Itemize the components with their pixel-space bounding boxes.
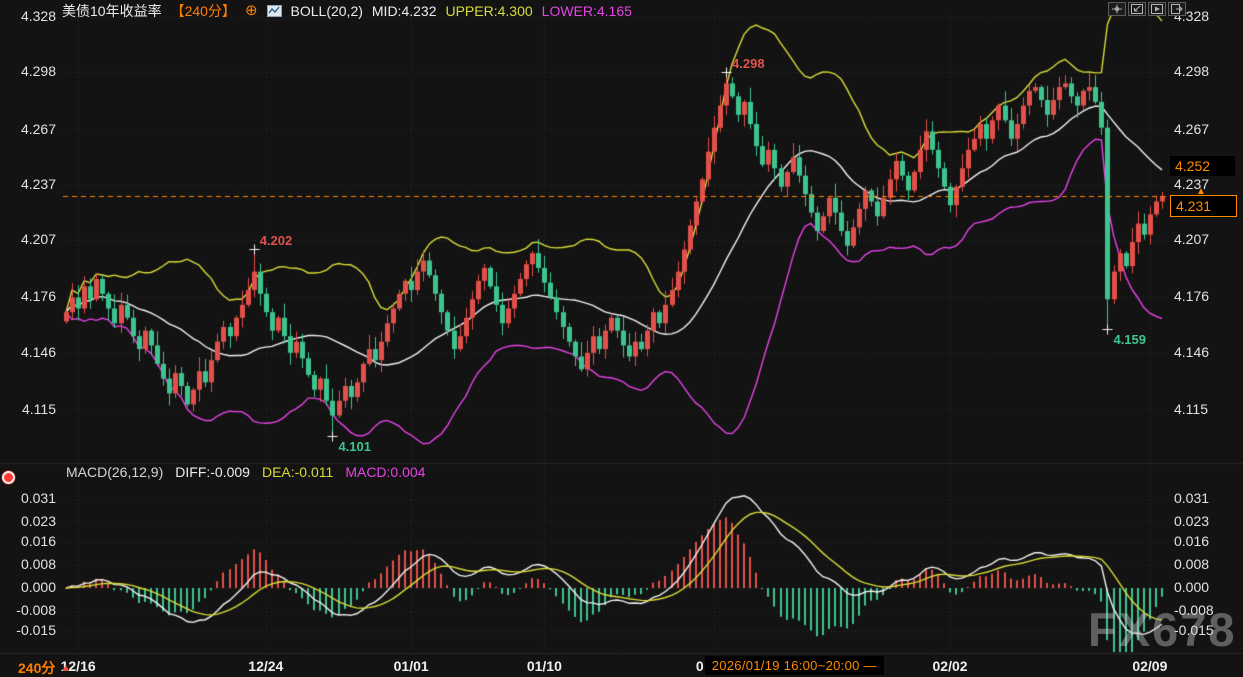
price-axis-label-right: 4.207: [1174, 231, 1209, 247]
macd-axis-label-left: 0.008: [0, 556, 56, 572]
up-arrow-icon: ▲: [60, 662, 71, 674]
tooltip-text: 2026/01/19 16:00~20:00 —: [705, 656, 884, 675]
macd-axis-label-left: -0.015: [0, 622, 56, 638]
macd-axis-label-left: 0.016: [0, 533, 56, 549]
snapshot-pane-icon[interactable]: [1128, 2, 1146, 16]
price-annotation: 4.159: [1113, 332, 1146, 347]
mini-chart-icon[interactable]: [267, 5, 282, 17]
price-axis-label-right: 4.267: [1174, 121, 1209, 137]
price-annotation: 4.202: [260, 233, 293, 248]
macd-axis-label-right: 0.031: [1174, 490, 1209, 506]
macd-axis-label-right: 0.023: [1174, 513, 1209, 529]
macd-params-label: MACD(26,12,9): [66, 464, 163, 480]
boll-upper-value: UPPER:4.300: [445, 3, 532, 19]
price-axis-label-right: 4.298: [1174, 63, 1209, 79]
price-axis-label-left: 4.115: [0, 401, 56, 417]
price-axis-label-left: 4.146: [0, 344, 56, 360]
chart-window: 美债10年收益率 【240分】 ⊕ BOLL(20,2) MID:4.232 U…: [0, 0, 1243, 677]
price-axis-label-right: 4.115: [1174, 401, 1208, 417]
boll-mid-value: MID:4.232: [372, 3, 437, 19]
indicator-record-dot-icon[interactable]: [2, 471, 15, 484]
boll-name-label: BOLL(20,2): [291, 3, 363, 19]
macd-axis-label-left: 0.023: [0, 513, 56, 529]
time-axis-tick: 01/01: [394, 658, 429, 674]
price-annotation: 4.101: [338, 439, 371, 454]
time-axis-tick: 02/09: [1132, 658, 1167, 674]
price-axis-label-left: 4.267: [0, 121, 56, 137]
time-axis-tooltip: 0 2026/01/19 16:00~20:00 —: [696, 656, 884, 675]
price-annotation: 4.298: [732, 56, 765, 71]
price-axis-label-right: 4.176: [1174, 288, 1209, 304]
macd-diff-value: DIFF:-0.009: [175, 464, 250, 480]
add-indicator-icon[interactable]: ⊕: [245, 4, 258, 18]
time-axis-tick: 01/10: [527, 658, 562, 674]
watermark: FX678: [1088, 602, 1236, 657]
price-pane-header: 美债10年收益率 【240分】 ⊕ BOLL(20,2) MID:4.232 U…: [62, 1, 632, 21]
instrument-title: 美债10年收益率: [62, 1, 162, 21]
price-tag-4.252: 4.252: [1170, 156, 1235, 176]
macd-axis-label-left: -0.008: [0, 602, 56, 618]
price-axis-label-left: 4.207: [0, 231, 56, 247]
timeframe-label: 240分: [18, 658, 55, 677]
price-tag-4.231: 4.231: [1170, 195, 1237, 217]
macd-axis-label-left: 0.031: [0, 490, 56, 506]
time-axis-tick: 02/02: [933, 658, 968, 674]
period-badge[interactable]: 【240分】: [171, 1, 236, 21]
macd-axis-label-right: 0.008: [1174, 556, 1209, 572]
price-axis-label-left: 4.298: [0, 63, 56, 79]
price-axis-label-right: 4.146: [1174, 344, 1209, 360]
export-pane-icon[interactable]: [1168, 2, 1186, 16]
pan-tool-icon[interactable]: [1108, 2, 1126, 16]
macd-axis-label-left: 0.000: [0, 579, 56, 595]
play-pane-icon[interactable]: [1148, 2, 1166, 16]
macd-pane-header: MACD(26,12,9) DIFF:-0.009 DEA:-0.011 MAC…: [66, 464, 425, 480]
macd-dea-value: DEA:-0.011: [262, 464, 333, 480]
price-axis-label-left: 4.328: [0, 8, 56, 24]
price-axis-label-left: 4.237: [0, 176, 56, 192]
timeframe-selector[interactable]: 240分 ▲: [18, 658, 71, 677]
macd-axis-label-right: 0.016: [1174, 533, 1209, 549]
macd-axis-label-right: 0.000: [1174, 579, 1209, 595]
boll-lower-value: LOWER:4.165: [542, 3, 632, 19]
price-axis-label-left: 4.176: [0, 288, 56, 304]
chart-toolbar: [1108, 2, 1186, 16]
chart-canvas[interactable]: [0, 0, 1243, 677]
macd-macd-value: MACD:0.004: [345, 464, 425, 480]
time-axis-tick: 12/24: [248, 658, 283, 674]
tooltip-prefix: 0: [696, 658, 704, 674]
